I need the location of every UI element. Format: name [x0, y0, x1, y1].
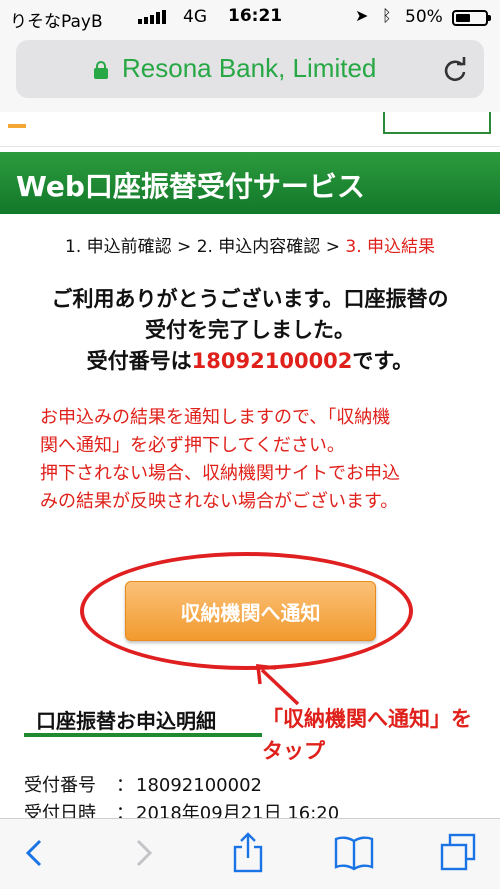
- logo-fragment: [8, 124, 26, 128]
- detail-label: 受付番号: [24, 775, 96, 796]
- status-bar: りそなPayB 4G 16:21 ➤ ᛒ 50%: [0, 0, 500, 34]
- browser-toolbar: [0, 818, 500, 889]
- site-name[interactable]: Resona Bank, Limited: [122, 53, 376, 84]
- detail-row: 受付番号 ： 18092100002: [24, 772, 339, 800]
- service-title-bar: Web口座振替受付サービス: [0, 152, 500, 214]
- breadcrumb: 1. 申込前確認 > 2. 申込内容確認 > 3. 申込結果: [0, 232, 500, 257]
- section-underline: [24, 733, 262, 737]
- reception-number-prefix: 受付番号は: [86, 349, 192, 373]
- notify-warning: お申込みの結果を通知しますので、「収納機 関へ通知」を必ず押下してください。 押…: [40, 404, 480, 516]
- warning-line-2: 関へ通知」を必ず押下してください。: [40, 435, 345, 456]
- warning-line-1: お申込みの結果を通知しますので、「収納機: [40, 407, 391, 428]
- lock-icon: [94, 61, 108, 79]
- reception-number-line: 受付番号は18092100002です。: [20, 346, 480, 377]
- header-button-fragment[interactable]: [383, 112, 491, 134]
- step-separator: >: [171, 237, 197, 257]
- annotation-line-2: タップ: [262, 739, 325, 763]
- browser-address-area: Resona Bank, Limited: [0, 34, 500, 112]
- location-icon: ➤: [355, 6, 369, 25]
- step-separator: >: [320, 237, 346, 257]
- address-bar[interactable]: Resona Bank, Limited: [16, 40, 484, 98]
- battery-percentage: 50%: [405, 7, 443, 27]
- step-3-current: 3. 申込結果: [345, 237, 435, 257]
- bookmarks-icon[interactable]: [332, 831, 376, 875]
- network-type: 4G: [183, 7, 207, 27]
- warning-line-3: 押下されない場合、収納機関サイトでお申込: [40, 463, 400, 484]
- section-heading: 口座振替お申込明細: [36, 709, 216, 733]
- tabs-icon[interactable]: [436, 831, 480, 875]
- detail-separator: ：: [116, 775, 134, 796]
- completion-message: ご利用ありがとうございます。口座振替の 受付を完了しました。 受付番号は1809…: [20, 284, 480, 377]
- forward-icon[interactable]: [120, 831, 164, 875]
- tap-annotation: 「収納機関へ通知」を タップ: [262, 703, 492, 767]
- step-1: 1. 申込前確認: [65, 237, 172, 257]
- completion-line-1: ご利用ありがとうございます。口座振替の: [51, 287, 449, 311]
- step-2: 2. 申込内容確認: [196, 237, 321, 257]
- annotation-line-1: 「収納機関へ通知」を: [262, 707, 472, 731]
- bluetooth-icon: ᛒ: [382, 6, 392, 25]
- signal-strength-icon: [138, 10, 166, 24]
- reception-number: 18092100002: [191, 349, 353, 373]
- page-title: Web口座振替受付サービス: [16, 170, 365, 203]
- back-icon[interactable]: [14, 831, 58, 875]
- status-time: 16:21: [228, 6, 283, 26]
- warning-line-4: みの結果が反映されない場合がございます。: [40, 491, 399, 512]
- share-icon[interactable]: [226, 831, 270, 875]
- carrier-name: りそなPayB: [10, 12, 103, 32]
- notify-institution-button[interactable]: 収納機関へ通知: [125, 581, 376, 641]
- reload-icon[interactable]: [442, 57, 468, 83]
- detail-value: 18092100002: [136, 775, 262, 796]
- page-header-strip: [0, 112, 500, 147]
- battery-icon: [452, 10, 491, 26]
- completion-line-2: 受付を完了しました。: [145, 318, 355, 342]
- reception-number-suffix: です。: [352, 349, 414, 373]
